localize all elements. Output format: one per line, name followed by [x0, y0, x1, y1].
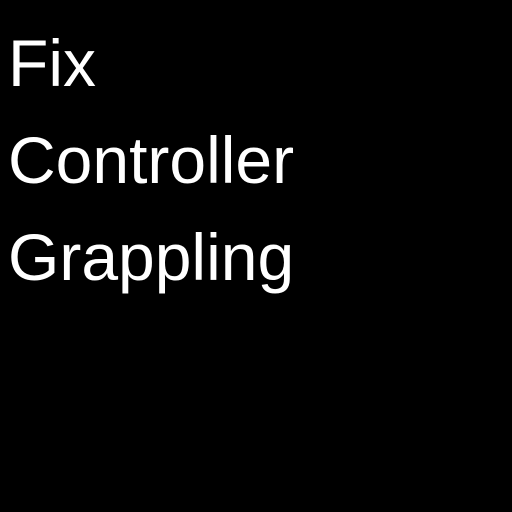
title-line-fix: Fix [8, 26, 96, 100]
title-line-grappling: Grappling [8, 220, 295, 294]
title-card: Fix Controller Grappling [0, 0, 512, 512]
title-line-controller: Controller [8, 123, 295, 197]
